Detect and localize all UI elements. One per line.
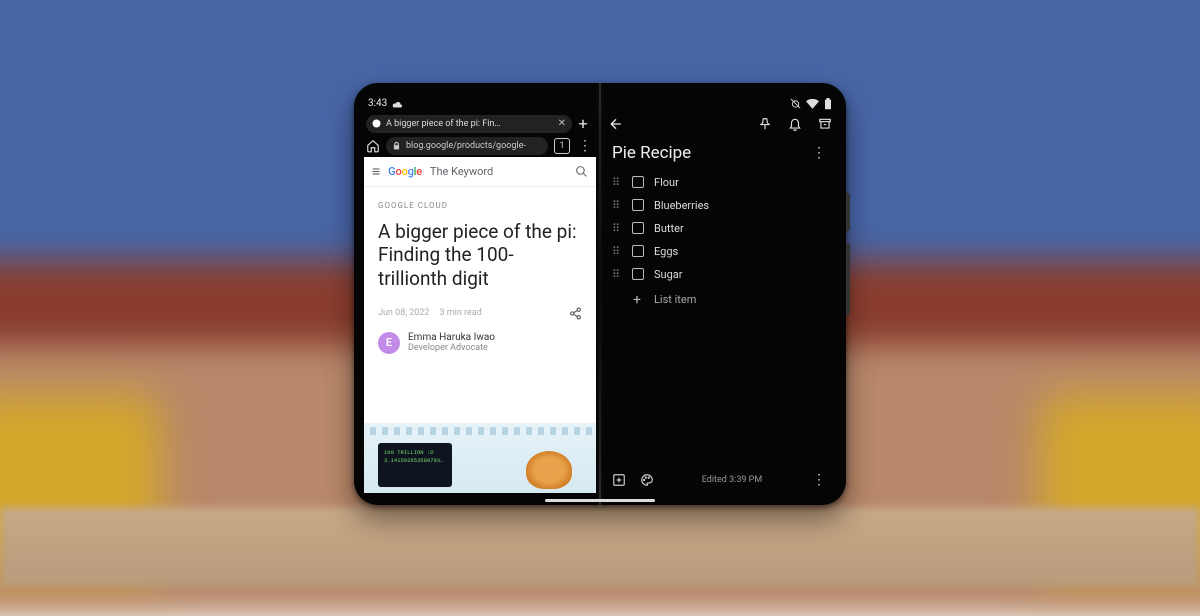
foldable-device: 3:43 A bigger piece of the pi: Fin… ✕ + [354, 83, 846, 505]
add-box-icon[interactable] [612, 473, 626, 487]
edited-label: Edited 3:39 PM [668, 475, 796, 485]
hero-terminal: 100 TRILLION :D 3.141592653589793… [378, 443, 452, 487]
author-name: Emma Haruka Iwao [408, 332, 495, 343]
tab-count-button[interactable]: 1 [554, 138, 570, 154]
left-screen-browser: 3:43 A bigger piece of the pi: Fin… ✕ + [364, 93, 599, 493]
article-category[interactable]: GOOGLE CLOUD [378, 201, 582, 210]
right-screen-notes: Pie Recipe ⋮ ⠿ Flour ⠿ Blueberries ⠿ But… [601, 93, 836, 493]
drag-handle-icon[interactable]: ⠿ [612, 180, 622, 185]
list-item[interactable]: ⠿ Butter [610, 217, 836, 240]
browser-tab[interactable]: A bigger piece of the pi: Fin… ✕ [366, 115, 572, 133]
list-item-label[interactable]: Sugar [654, 268, 682, 281]
browser-url-row: blog.google/products/google- 1 ⋮ [364, 135, 596, 157]
hero-pie [526, 451, 572, 489]
favicon-icon [372, 119, 381, 128]
article-hero-image: 100 TRILLION :D 3.141592653589793… [364, 423, 596, 493]
status-bar: 3:43 [364, 93, 596, 113]
battery-icon [824, 98, 832, 110]
list-item[interactable]: ⠿ Flour [610, 171, 836, 194]
drag-handle-icon[interactable]: ⠿ [612, 226, 622, 231]
article-meta: Jun 08, 2022 3 min read [364, 299, 596, 328]
pin-icon[interactable] [758, 117, 772, 131]
archive-icon[interactable] [818, 117, 832, 131]
list-item-label[interactable]: Flour [654, 176, 679, 189]
browser-tab-row: A bigger piece of the pi: Fin… ✕ + [364, 113, 596, 135]
search-icon[interactable] [575, 165, 588, 178]
blog-site-name[interactable]: The Keyword [430, 165, 493, 178]
article-date: Jun 08, 2022 [378, 308, 429, 318]
web-page: ≡ Google The Keyword GOOGLE CLOUD A bigg… [364, 157, 596, 493]
avatar: E [378, 332, 400, 354]
browser-menu-icon[interactable]: ⋮ [576, 139, 594, 153]
google-logo[interactable]: Google [388, 165, 422, 178]
volume-button[interactable] [846, 243, 850, 315]
drag-handle-icon[interactable]: ⠿ [612, 203, 622, 208]
list-item-label[interactable]: Butter [654, 222, 684, 235]
article-headline: A bigger piece of the pi: Finding the 10… [378, 220, 582, 291]
new-tab-button[interactable]: + [572, 114, 594, 133]
close-tab-icon[interactable]: ✕ [558, 118, 566, 129]
gesture-nav-bar[interactable] [545, 499, 655, 502]
alarm-off-icon [790, 98, 801, 109]
checkbox[interactable] [632, 245, 644, 257]
author-row: E Emma Haruka Iwao Developer Advocate [364, 328, 596, 364]
checkbox[interactable] [632, 176, 644, 188]
share-icon[interactable] [569, 307, 582, 320]
add-item-label: List item [654, 293, 696, 306]
article-readtime: 3 min read [439, 308, 481, 318]
power-button[interactable] [846, 193, 850, 231]
list-item-label[interactable]: Blueberries [654, 199, 709, 212]
note-title-row: Pie Recipe ⋮ [604, 135, 836, 169]
drag-handle-icon[interactable]: ⠿ [612, 249, 622, 254]
wifi-icon [806, 99, 819, 109]
list-item[interactable]: ⠿ Eggs [610, 240, 836, 263]
blog-header: ≡ Google The Keyword [364, 157, 596, 187]
author-role: Developer Advocate [408, 343, 495, 353]
add-list-item[interactable]: + List item [610, 286, 836, 314]
checkbox[interactable] [632, 222, 644, 234]
checkbox[interactable] [632, 268, 644, 280]
note-toolbar [604, 113, 836, 135]
plus-icon: + [630, 292, 644, 308]
note-title[interactable]: Pie Recipe [612, 143, 691, 163]
back-icon[interactable] [608, 116, 624, 132]
home-icon[interactable] [366, 139, 380, 153]
cloud-icon [391, 99, 403, 108]
reminder-icon[interactable] [788, 117, 802, 131]
list-item-label[interactable]: Eggs [654, 245, 678, 258]
note-footer: Edited 3:39 PM ⋮ [604, 467, 836, 493]
status-time: 3:43 [368, 98, 387, 109]
checkbox[interactable] [632, 199, 644, 211]
note-title-menu-icon[interactable]: ⋮ [810, 146, 828, 160]
drag-handle-icon[interactable]: ⠿ [612, 272, 622, 277]
url-text: blog.google/products/google- [406, 141, 526, 151]
list-item[interactable]: ⠿ Sugar [610, 263, 836, 286]
checklist: ⠿ Flour ⠿ Blueberries ⠿ Butter ⠿ Eggs ⠿ [604, 169, 836, 314]
palette-icon[interactable] [640, 473, 654, 487]
tab-title: A bigger piece of the pi: Fin… [386, 119, 500, 129]
url-bar[interactable]: blog.google/products/google- [386, 137, 548, 155]
note-menu-icon[interactable]: ⋮ [810, 473, 828, 487]
status-bar [604, 93, 836, 113]
lock-icon [392, 141, 401, 151]
list-item[interactable]: ⠿ Blueberries [610, 194, 836, 217]
background-table [0, 507, 1200, 587]
article-body: GOOGLE CLOUD A bigger piece of the pi: F… [364, 187, 596, 299]
hamburger-icon[interactable]: ≡ [372, 163, 380, 180]
